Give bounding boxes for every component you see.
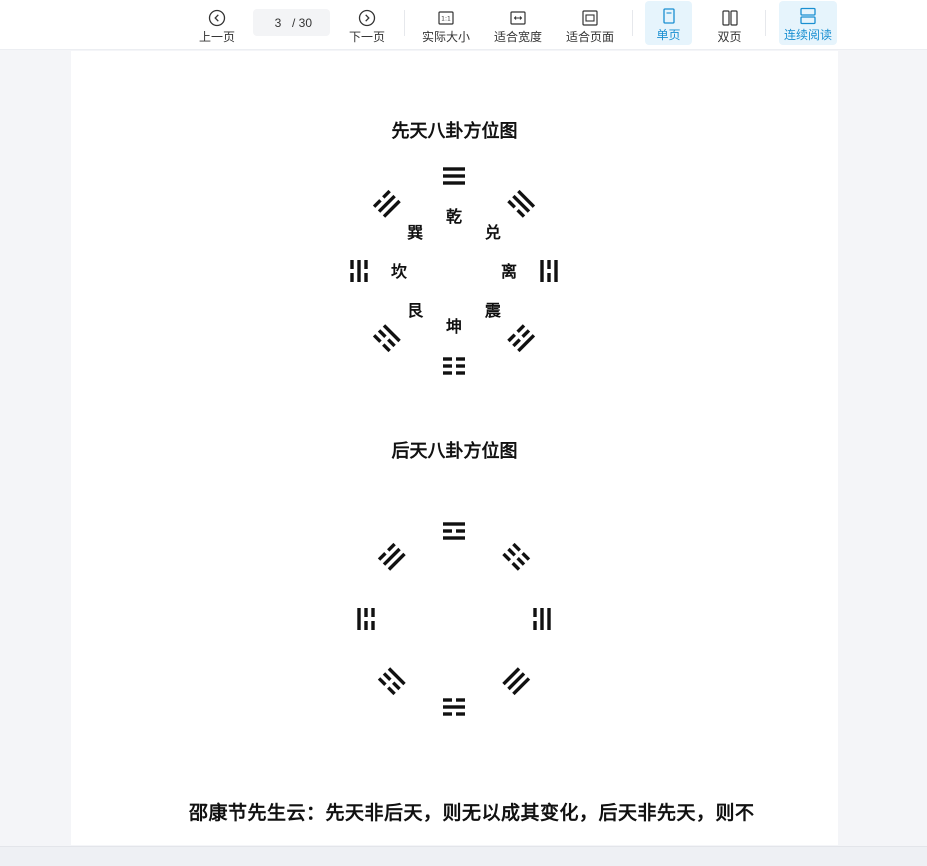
single-page-icon bbox=[662, 8, 675, 24]
single-page-label: 单页 bbox=[656, 28, 681, 42]
trigram-symbol bbox=[502, 542, 531, 571]
trigram-name: 兑 bbox=[485, 223, 501, 242]
diagram-title-houtian: 后天八卦方位图 bbox=[391, 441, 518, 462]
current-page-input[interactable]: 3 bbox=[268, 16, 288, 30]
actual-size-icon: 1:1 bbox=[438, 11, 454, 25]
svg-text:1:1: 1:1 bbox=[441, 16, 451, 23]
diagram-title-xiantian: 先天八卦方位图 bbox=[391, 121, 518, 142]
toolbar-divider bbox=[632, 10, 633, 36]
trigram-symbol bbox=[507, 324, 536, 353]
document-page: 先天八卦方位图 乾兑离震坤 艮 坎 巽 后天八卦方位图 邵康节先生云：先天非后天，则无… bbox=[71, 51, 838, 845]
trigram-name: 坎 bbox=[391, 262, 407, 281]
houtian-bagua-diagram bbox=[357, 522, 551, 716]
double-page-button[interactable]: 双页 bbox=[706, 0, 753, 50]
next-page-label: 下一页 bbox=[348, 30, 385, 44]
toolbar: 上一页 3 / 30 下一页 1:1 实际大小 适合宽度 适合页面 单页 双页 … bbox=[0, 0, 927, 50]
total-pages: / 30 bbox=[291, 15, 312, 30]
trigram-symbol bbox=[533, 608, 551, 630]
fit-page-label: 适合页面 bbox=[565, 30, 614, 44]
trigram-name: 艮 bbox=[407, 301, 424, 320]
chevron-left-circle-icon bbox=[208, 9, 226, 27]
trigram-symbol bbox=[540, 260, 558, 282]
status-bar bbox=[0, 846, 927, 866]
trigram-name: 震 bbox=[484, 301, 502, 320]
next-page-button[interactable]: 下一页 bbox=[344, 0, 390, 50]
trigram-symbol bbox=[507, 189, 536, 218]
trigram-symbol bbox=[357, 608, 375, 630]
double-page-icon bbox=[721, 10, 738, 26]
trigram-symbol bbox=[443, 522, 465, 540]
trigram-symbol bbox=[377, 542, 406, 571]
toolbar-divider bbox=[765, 10, 766, 36]
trigram-symbol bbox=[377, 667, 406, 696]
continuous-reading-label: 连续阅读 bbox=[783, 28, 832, 42]
actual-size-button[interactable]: 1:1 实际大小 bbox=[418, 0, 474, 50]
prev-page-button[interactable]: 上一页 bbox=[194, 0, 240, 50]
trigram-name: 坤 bbox=[446, 317, 462, 336]
prev-page-label: 上一页 bbox=[198, 30, 235, 44]
fit-width-icon bbox=[510, 11, 526, 25]
trigram-symbol bbox=[443, 357, 465, 375]
trigram-symbol bbox=[502, 667, 531, 696]
body-text-line: 邵康节先生云：先天非后天，则无以成其变化，后天非先天，则不 bbox=[189, 802, 755, 824]
continuous-reading-button[interactable]: 连续阅读 bbox=[779, 1, 837, 45]
fit-page-icon bbox=[582, 10, 598, 26]
trigram-name: 乾 bbox=[446, 207, 462, 226]
page-indicator[interactable]: 3 / 30 bbox=[253, 9, 330, 36]
trigram-symbol bbox=[372, 189, 401, 218]
trigram-name: 巽 bbox=[407, 223, 423, 242]
fit-width-button[interactable]: 适合宽度 bbox=[490, 0, 546, 50]
chevron-right-circle-icon bbox=[358, 9, 376, 27]
toolbar-divider bbox=[404, 10, 405, 36]
trigram-symbol bbox=[443, 698, 465, 716]
continuous-reading-icon bbox=[800, 7, 816, 25]
trigram-symbol bbox=[350, 260, 368, 282]
single-page-button[interactable]: 单页 bbox=[645, 1, 692, 45]
trigram-symbol bbox=[443, 167, 465, 185]
trigram-name: 离 bbox=[501, 262, 517, 281]
actual-size-label: 实际大小 bbox=[421, 30, 470, 44]
trigram-symbol bbox=[372, 324, 401, 353]
xiantian-bagua-diagram: 乾兑离震坤 艮 坎 巽 bbox=[350, 167, 558, 375]
fit-page-button[interactable]: 适合页面 bbox=[562, 0, 618, 50]
double-page-label: 双页 bbox=[717, 30, 742, 44]
fit-width-label: 适合宽度 bbox=[493, 30, 542, 44]
